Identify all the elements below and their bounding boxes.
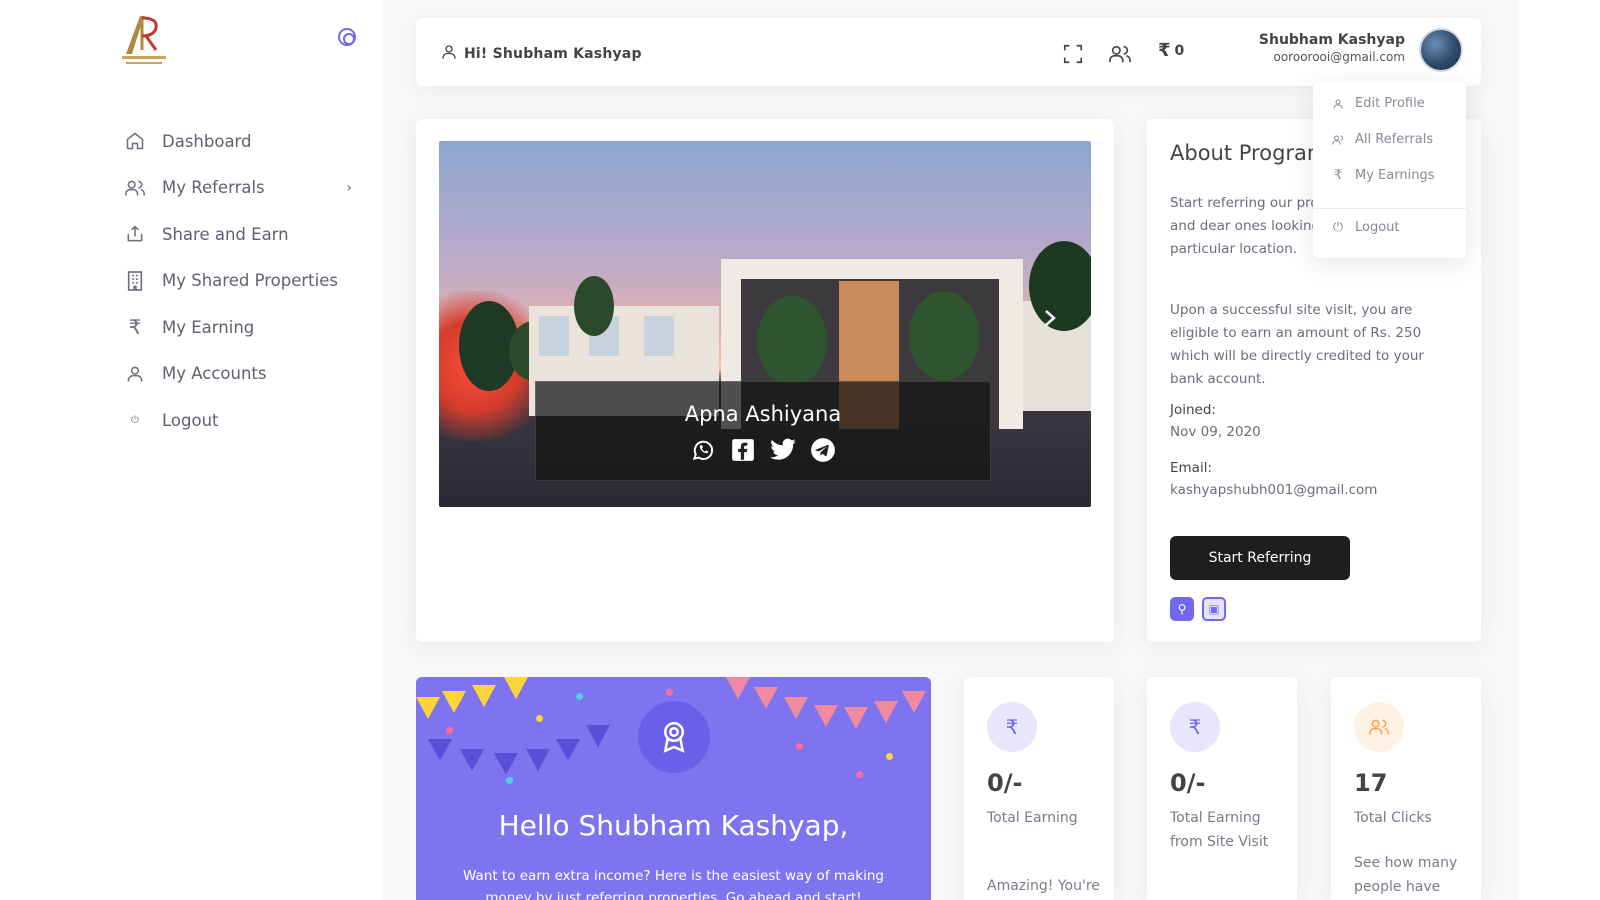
power-icon: ⏻ bbox=[131, 414, 139, 426]
menu-item-label: Edit Profile bbox=[1355, 96, 1425, 111]
user-icon bbox=[124, 363, 146, 385]
earnings-counter[interactable]: ₹ 0 bbox=[1158, 40, 1184, 61]
greeting: Hi! Shubham Kashyap bbox=[440, 43, 642, 65]
fullscreen-icon[interactable] bbox=[1061, 42, 1085, 66]
sidebar-item-label: My Shared Properties bbox=[162, 271, 338, 291]
user-icon bbox=[440, 43, 458, 65]
carousel-next-icon[interactable] bbox=[1039, 307, 1061, 329]
top-navbar: Hi! Shubham Kashyap ₹ 0 Shubham Kashyap … bbox=[416, 18, 1481, 86]
email-label: Email: bbox=[1170, 460, 1213, 476]
sidebar-item-my-referrals[interactable]: My Referrals › bbox=[124, 165, 364, 212]
stat-value: 17 bbox=[1354, 769, 1388, 797]
property-banner-card: Apna Ashiyana bbox=[416, 119, 1114, 642]
copy-icon[interactable]: ▣ bbox=[1202, 597, 1226, 621]
users-icon bbox=[124, 177, 146, 199]
rupee-icon: ₹ bbox=[1170, 702, 1220, 752]
sidebar-item-label: My Referrals bbox=[162, 178, 265, 198]
right-margin bbox=[1519, 0, 1600, 900]
user-email: ooroorooi@gmail.com bbox=[1273, 50, 1406, 64]
power-icon: ⏻ bbox=[1332, 220, 1344, 235]
facebook-icon[interactable] bbox=[729, 436, 757, 464]
rupee-icon: ₹ bbox=[1158, 40, 1171, 61]
property-overlay: Apna Ashiyana bbox=[535, 381, 991, 481]
stat-description: See how many people have clicked bbox=[1354, 855, 1458, 895]
sidebar-item-label: My Earning bbox=[162, 317, 255, 337]
rupee-icon: ₹ bbox=[987, 702, 1037, 752]
email-value: kashyapshubh001@gmail.com bbox=[1170, 482, 1378, 498]
joined-label: Joined: bbox=[1170, 402, 1216, 418]
start-referring-button[interactable]: Start Referring bbox=[1170, 536, 1350, 580]
menu-item-label: All Referrals bbox=[1355, 132, 1434, 147]
stat-label: Total Clicks bbox=[1354, 810, 1432, 826]
stat-value: 0/- bbox=[987, 769, 1023, 797]
sidebar-item-logout[interactable]: ⏻ Logout bbox=[124, 397, 364, 444]
sidebar: Dashboard My Referrals › Share and Earn … bbox=[0, 0, 382, 900]
sidebar-item-dashboard[interactable]: Dashboard bbox=[124, 118, 364, 165]
welcome-title: Hello Shubham Kashyap, bbox=[498, 809, 849, 842]
avatar[interactable] bbox=[1419, 28, 1463, 72]
property-image[interactable]: Apna Ashiyana bbox=[439, 141, 1091, 507]
sidebar-item-my-earning[interactable]: ₹ My Earning bbox=[124, 304, 364, 351]
rupee-icon: ₹ bbox=[1333, 168, 1343, 183]
stat-card-total-earning: ₹ 0/- Total Earning Amazing! You're on t… bbox=[964, 677, 1114, 900]
sidebar-item-label: Logout bbox=[162, 410, 219, 430]
user-name: Shubham Kashyap bbox=[1258, 32, 1405, 48]
building-icon bbox=[124, 270, 146, 292]
menu-item-edit-profile[interactable]: Edit Profile bbox=[1331, 96, 1425, 111]
menu-item-label: My Earnings bbox=[1355, 168, 1435, 183]
home-icon bbox=[124, 130, 146, 152]
menu-item-all-referrals[interactable]: All Referrals bbox=[1331, 132, 1433, 147]
stat-value: 0/- bbox=[1170, 769, 1206, 797]
chevron-right-icon: › bbox=[346, 179, 352, 196]
joined-value: Nov 09, 2020 bbox=[1170, 424, 1261, 440]
sidebar-item-share-and-earn[interactable]: Share and Earn bbox=[124, 211, 364, 258]
referrals-icon[interactable] bbox=[1108, 42, 1132, 66]
stat-card-site-visit-earning: ₹ 0/- Total Earning from Site Visit bbox=[1147, 677, 1297, 900]
twitter-icon[interactable] bbox=[769, 436, 797, 464]
award-icon bbox=[638, 701, 710, 773]
stat-card-total-clicks: 17 Total Clicks See how many people have… bbox=[1331, 677, 1481, 900]
welcome-card: Hello Shubham Kashyap, Want to earn extr… bbox=[416, 677, 931, 900]
sidebar-item-my-shared-properties[interactable]: My Shared Properties bbox=[124, 258, 364, 305]
whatsapp-icon[interactable] bbox=[689, 436, 717, 464]
users-icon bbox=[1354, 702, 1404, 752]
stat-label: Total Earning bbox=[987, 810, 1078, 826]
greeting-text: Hi! Shubham Kashyap bbox=[464, 46, 642, 62]
link-icon[interactable]: ⚲ bbox=[1170, 597, 1194, 621]
share-icon bbox=[124, 223, 146, 245]
menu-item-label: Logout bbox=[1355, 220, 1400, 235]
program-icons: ⚲ ▣ bbox=[1170, 597, 1226, 621]
user-info[interactable]: Shubham Kashyap ooroorooi@gmail.com bbox=[1259, 32, 1405, 64]
about-title: About Program bbox=[1170, 141, 1328, 165]
share-buttons bbox=[536, 436, 990, 464]
sidebar-item-label: Dashboard bbox=[162, 131, 252, 151]
menu-item-logout[interactable]: ⏻ Logout bbox=[1331, 220, 1400, 235]
property-title: Apna Ashiyana bbox=[684, 402, 842, 426]
user-icon bbox=[1331, 98, 1345, 110]
earnings-count: 0 bbox=[1174, 42, 1185, 59]
menu-item-my-earnings[interactable]: ₹ My Earnings bbox=[1331, 168, 1435, 183]
stat-label: Total Earning from Site Visit bbox=[1170, 810, 1269, 850]
menu-divider bbox=[1313, 208, 1466, 209]
welcome-text: Want to earn extra income? Here is the e… bbox=[463, 868, 884, 900]
sidebar-item-label: My Accounts bbox=[162, 364, 267, 384]
brand-logo[interactable] bbox=[112, 6, 176, 70]
about-paragraph-2: Upon a successful site visit, you are el… bbox=[1170, 302, 1424, 387]
sidebar-toggle-icon[interactable] bbox=[338, 28, 356, 46]
sidebar-item-label: Share and Earn bbox=[162, 224, 289, 244]
stat-description: Amazing! You're on track bbox=[987, 878, 1100, 894]
telegram-icon[interactable] bbox=[809, 436, 837, 464]
user-dropdown-menu: Edit Profile All Referrals ₹ My Earnings… bbox=[1313, 82, 1466, 258]
sidebar-item-my-accounts[interactable]: My Accounts bbox=[124, 351, 364, 398]
sidebar-nav: Dashboard My Referrals › Share and Earn … bbox=[124, 118, 364, 444]
rupee-icon: ₹ bbox=[128, 315, 142, 340]
users-icon bbox=[1331, 134, 1345, 146]
